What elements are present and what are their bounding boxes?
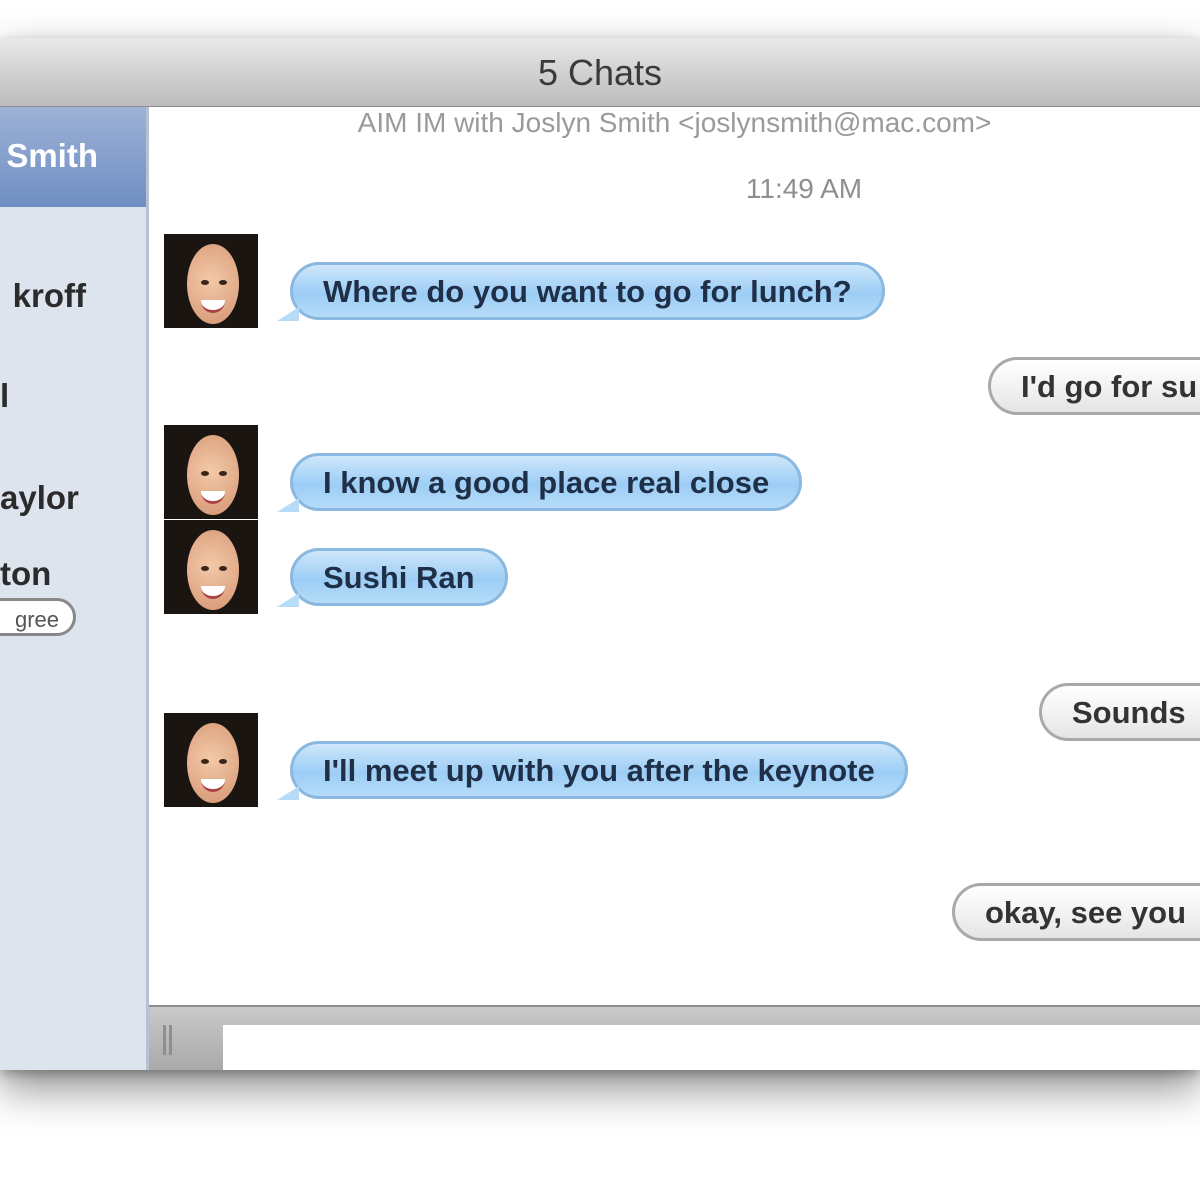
title-bar[interactable]: 5 Chats (0, 38, 1200, 107)
incoming-message: Sushi Ran (277, 548, 508, 607)
buddy-status-badge: gree (0, 598, 76, 636)
message-composer (149, 1005, 1200, 1070)
sidebar-item-buddy-2[interactable]: kroff (0, 277, 146, 337)
outgoing-message: I'd go for su (988, 357, 1200, 415)
sidebar-item-buddy-1[interactable]: Smith (0, 107, 146, 207)
buddy-avatar (164, 425, 258, 519)
message-timestamp: 11:49 AM (745, 173, 863, 204)
chat-transcript[interactable]: AIM IM with Joslyn Smith <joslynsmith@ma… (149, 107, 1200, 1005)
incoming-message: Where do you want to go for lunch? (277, 262, 885, 321)
incoming-message: I'll meet up with you after the keynote (277, 741, 908, 800)
buddy-avatar (164, 713, 258, 807)
window-title: 5 Chats (537, 52, 663, 93)
message-input[interactable] (223, 1025, 1200, 1070)
buddy-name: ton (0, 555, 52, 592)
buddy-name: l (0, 377, 10, 414)
buddy-sidebar: Smith kroff l aylor ton gree (0, 107, 149, 1070)
chat-header: AIM IM with Joslyn Smith <joslynsmith@ma… (357, 107, 992, 138)
sidebar-item-buddy-4[interactable]: aylor (0, 479, 146, 539)
chat-window: 5 Chats Smith kroff l aylor ton gree AIM… (0, 38, 1200, 1070)
buddy-avatar (164, 520, 258, 614)
buddy-name: Smith (6, 137, 98, 174)
outgoing-message: Sounds (1039, 683, 1200, 741)
buddy-avatar (164, 234, 258, 328)
outgoing-message: okay, see you (952, 883, 1200, 941)
buddy-name: kroff (12, 277, 86, 314)
incoming-message: I know a good place real close (276, 453, 803, 512)
buddy-name: aylor (0, 479, 79, 516)
sidebar-item-buddy-3[interactable]: l (0, 377, 146, 437)
drag-handle-icon[interactable] (163, 1025, 181, 1055)
